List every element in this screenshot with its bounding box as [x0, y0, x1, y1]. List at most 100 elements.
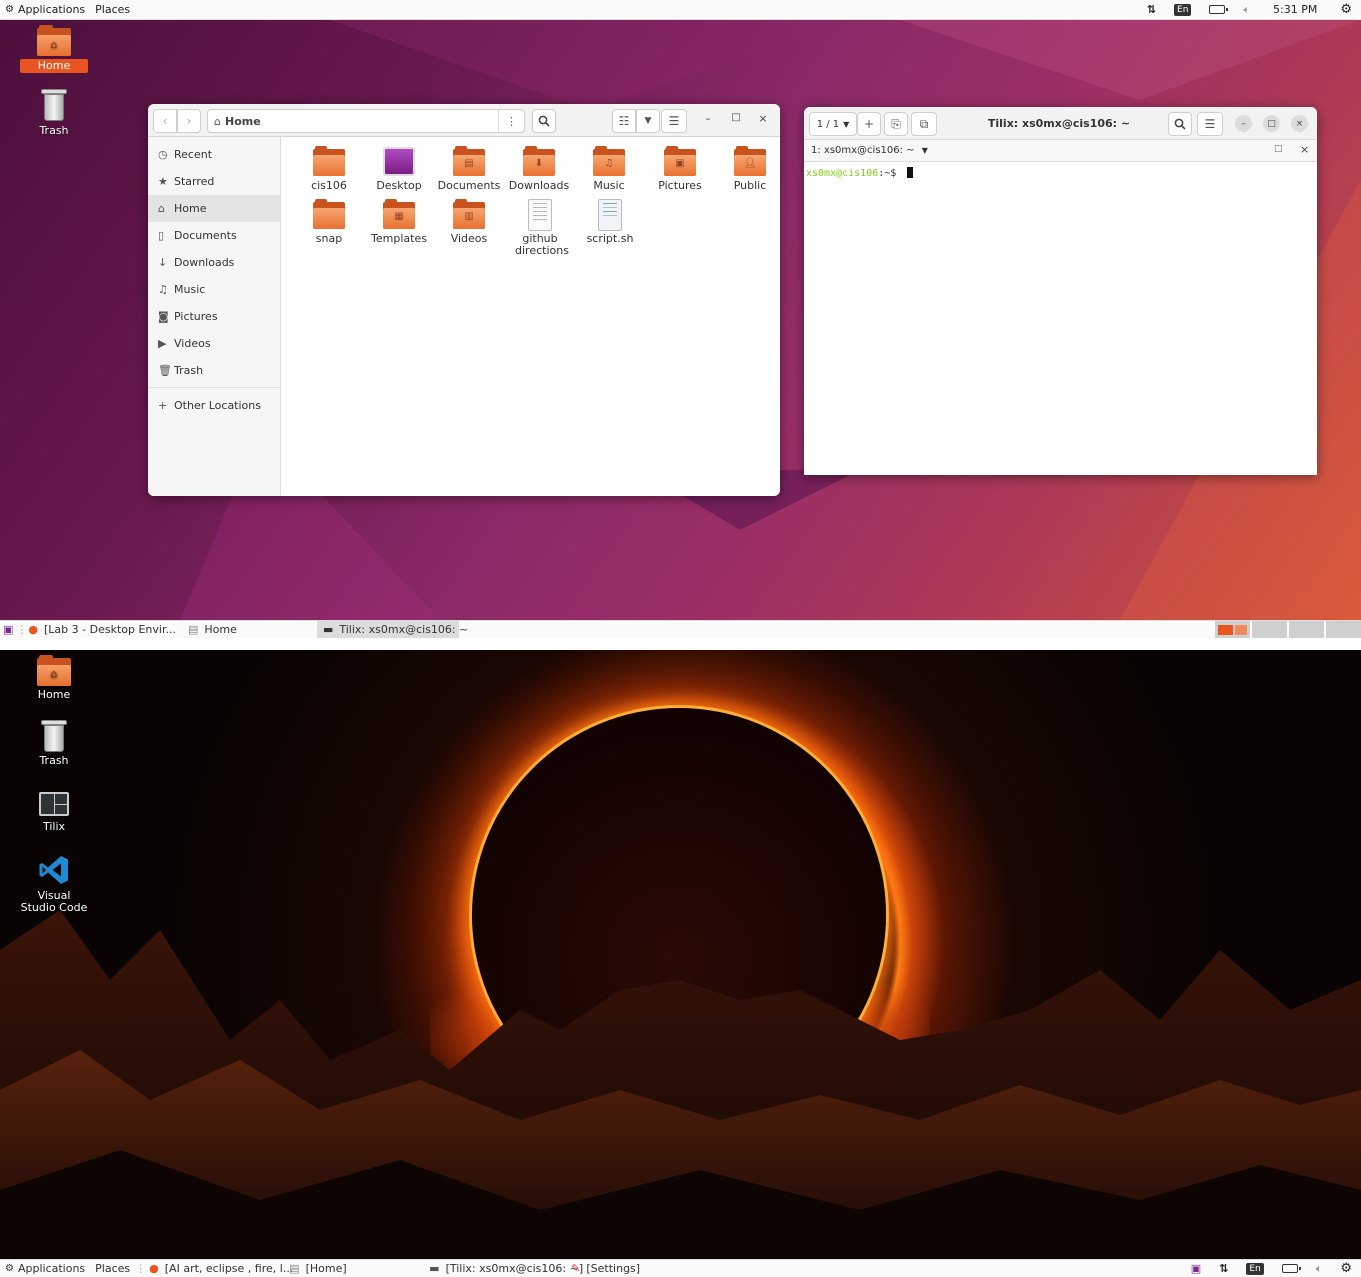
location-bar[interactable]: ⌂ Home ⋮	[207, 109, 525, 133]
file-item-videos[interactable]: ▥ Videos	[434, 198, 504, 245]
sidebar-item-label: Other Locations	[174, 399, 261, 412]
split-horizontal-button[interactable]: ⎘	[884, 112, 908, 136]
volume-muted-icon[interactable]: 🔈︎	[1234, 0, 1259, 20]
sidebar-item-trash[interactable]: 🗑︎ Trash	[148, 357, 280, 384]
desktop-icon-home[interactable]: ⌂ Home	[16, 25, 92, 73]
file-item-script-sh[interactable]: script.sh	[575, 198, 645, 245]
workspace-window	[1218, 625, 1233, 635]
network-icon[interactable]: ⇅	[1210, 1259, 1237, 1277]
file-item-desktop[interactable]: Desktop	[364, 145, 434, 192]
workspace-1[interactable]	[1214, 621, 1250, 638]
applications-menu[interactable]: ⚙ Applications	[0, 0, 90, 20]
sidebar-item-videos[interactable]: ▶ Videos	[148, 330, 280, 357]
workspace-3[interactable]	[1288, 621, 1324, 638]
settings-app-icon: ✎	[571, 1262, 581, 1275]
sidebar-item-home[interactable]: ⌂ Home	[148, 195, 280, 222]
xfce-desktop-screen-2: ⌂ Home Trash Tilix Visual Studio Code	[0, 650, 1361, 1259]
power-gear-icon[interactable]: ⚙	[1331, 0, 1361, 20]
clock-icon: ◷	[158, 148, 168, 161]
desktop-folder-icon	[383, 147, 415, 176]
terminal-output[interactable]: xs0mx@cis106:~$	[804, 163, 1317, 475]
task-ai-art[interactable]: ● [AI art, eclipse , fire, l...	[143, 1260, 293, 1277]
close-icon[interactable]: ×	[755, 112, 771, 125]
terminal-app-icon: ▬	[322, 623, 334, 636]
file-item-cis106[interactable]: cis106	[294, 145, 364, 192]
search-button[interactable]	[532, 109, 556, 133]
desktop-icon-trash[interactable]: Trash	[9, 720, 99, 767]
battery-icon[interactable]	[1200, 0, 1234, 20]
maximize-icon[interactable]: □	[1263, 115, 1280, 132]
minimize-icon[interactable]: –	[1235, 115, 1252, 132]
terminal-maximize-icon[interactable]: □	[1274, 144, 1283, 154]
show-desktop-icon[interactable]: ▣	[0, 621, 16, 639]
terminal-close-icon[interactable]: ×	[1300, 143, 1309, 156]
back-button[interactable]: ‹	[153, 109, 177, 133]
volume-muted-icon[interactable]: 🔈︎	[1307, 1259, 1332, 1277]
keyboard-layout[interactable]: En	[1237, 1259, 1272, 1277]
desktop-icon-tilix[interactable]: Tilix	[9, 792, 99, 833]
xfce-desktop-screen-1: ⚙ Applications Places ⇅ En 🔈︎ 5:31 PM ⚙ …	[0, 0, 1361, 638]
sidebar-item-starred[interactable]: ★ Starred	[148, 168, 280, 195]
files-app-icon: ▤	[289, 1262, 300, 1275]
view-options-chevron-down-icon[interactable]: ▼	[636, 109, 660, 133]
add-session-button[interactable]: +	[857, 112, 881, 136]
desktop-icon-home[interactable]: ⌂ Home	[9, 655, 99, 701]
hamburger-menu-icon[interactable]: ☰	[1197, 112, 1223, 136]
file-item-public[interactable]: 👤︎ Public	[715, 145, 780, 192]
maximize-icon[interactable]: □	[728, 112, 744, 123]
file-item-github-directions[interactable]: github directions	[504, 198, 576, 257]
task-tilix[interactable]: ▬ [Tilix: xs0mx@cis106: ~]	[423, 1260, 583, 1277]
sidebar-item-music[interactable]: ♫ Music	[148, 276, 280, 303]
close-icon[interactable]: ×	[1291, 115, 1308, 132]
sidebar-item-recent[interactable]: ◷ Recent	[148, 141, 280, 168]
task-settings[interactable]: ✎ [Settings]	[565, 1260, 646, 1277]
places-menu[interactable]: Places	[90, 0, 135, 20]
sidebar-item-documents[interactable]: ▯ Documents	[148, 222, 280, 249]
desktop-icon-label: Tilix	[42, 820, 66, 833]
location-menu-icon[interactable]: ⋮	[498, 110, 524, 132]
minimize-icon[interactable]: –	[700, 112, 716, 125]
sidebar-item-downloads[interactable]: ↓ Downloads	[148, 249, 280, 276]
sidebar-item-pictures[interactable]: ◙ Pictures	[148, 303, 280, 330]
terminal-tab-title[interactable]: 1: xs0mx@cis106: ~ ▼	[811, 145, 928, 156]
show-desktop-icon[interactable]: ▣	[1182, 1259, 1210, 1277]
clock[interactable]: 5:31 PM	[1259, 0, 1331, 20]
sidebar-item-label: Documents	[174, 229, 237, 242]
workspace-4[interactable]	[1325, 621, 1361, 638]
file-item-music[interactable]: ♫ Music	[574, 145, 644, 192]
hamburger-menu-icon[interactable]: ☰	[661, 109, 687, 133]
battery-icon[interactable]	[1273, 1259, 1307, 1277]
split-vertical-button[interactable]: ⧉	[911, 112, 937, 136]
forward-button[interactable]: ›	[177, 109, 201, 133]
session-switcher-button[interactable]: 1 / 1 ▼	[809, 112, 857, 136]
plus-icon: +	[158, 399, 168, 412]
keyboard-layout[interactable]: En	[1165, 0, 1200, 20]
music-folder-icon: ♫	[593, 146, 625, 176]
network-icon[interactable]: ⇅	[1138, 0, 1165, 20]
task-label: [Lab 3 - Desktop Envir...	[44, 623, 176, 636]
file-item-pictures[interactable]: ▣ Pictures	[645, 145, 715, 192]
desktop-icon-label: Trash	[39, 754, 69, 767]
task-home[interactable]: ▤ [Home]	[283, 1260, 423, 1277]
file-item-snap[interactable]: snap	[294, 198, 364, 245]
task-lab3[interactable]: ● [Lab 3 - Desktop Envir...	[22, 621, 182, 639]
find-button[interactable]	[1168, 112, 1192, 136]
power-gear-icon[interactable]: ⚙	[1331, 1259, 1361, 1277]
task-home[interactable]: ▤ Home	[182, 621, 317, 639]
task-tilix[interactable]: ▬ Tilix: xs0mx@cis106: ~	[316, 620, 468, 638]
battery-shape	[1281, 1264, 1301, 1273]
file-item-documents[interactable]: ▤ Documents	[434, 145, 504, 192]
files-grid: cis106 Desktop ▤ Documents ⬇ Downloads ♫…	[294, 145, 780, 496]
view-list-button[interactable]: ☷	[612, 109, 636, 133]
file-item-label: github directions	[515, 232, 569, 257]
sidebar-item-other-locations[interactable]: + Other Locations	[148, 392, 280, 419]
star-icon: ★	[158, 175, 168, 188]
desktop-icon-vscode[interactable]: Visual Studio Code	[9, 854, 99, 914]
desktop-icon-trash[interactable]: Trash	[16, 89, 92, 138]
file-item-downloads[interactable]: ⬇ Downloads	[504, 145, 574, 192]
applications-menu[interactable]: ⚙ Applications	[0, 1259, 90, 1277]
home-icon: ⌂	[214, 114, 221, 128]
file-item-templates[interactable]: ▦ Templates	[364, 198, 434, 245]
workspace-2[interactable]	[1251, 621, 1287, 638]
places-menu[interactable]: Places	[90, 1259, 135, 1277]
